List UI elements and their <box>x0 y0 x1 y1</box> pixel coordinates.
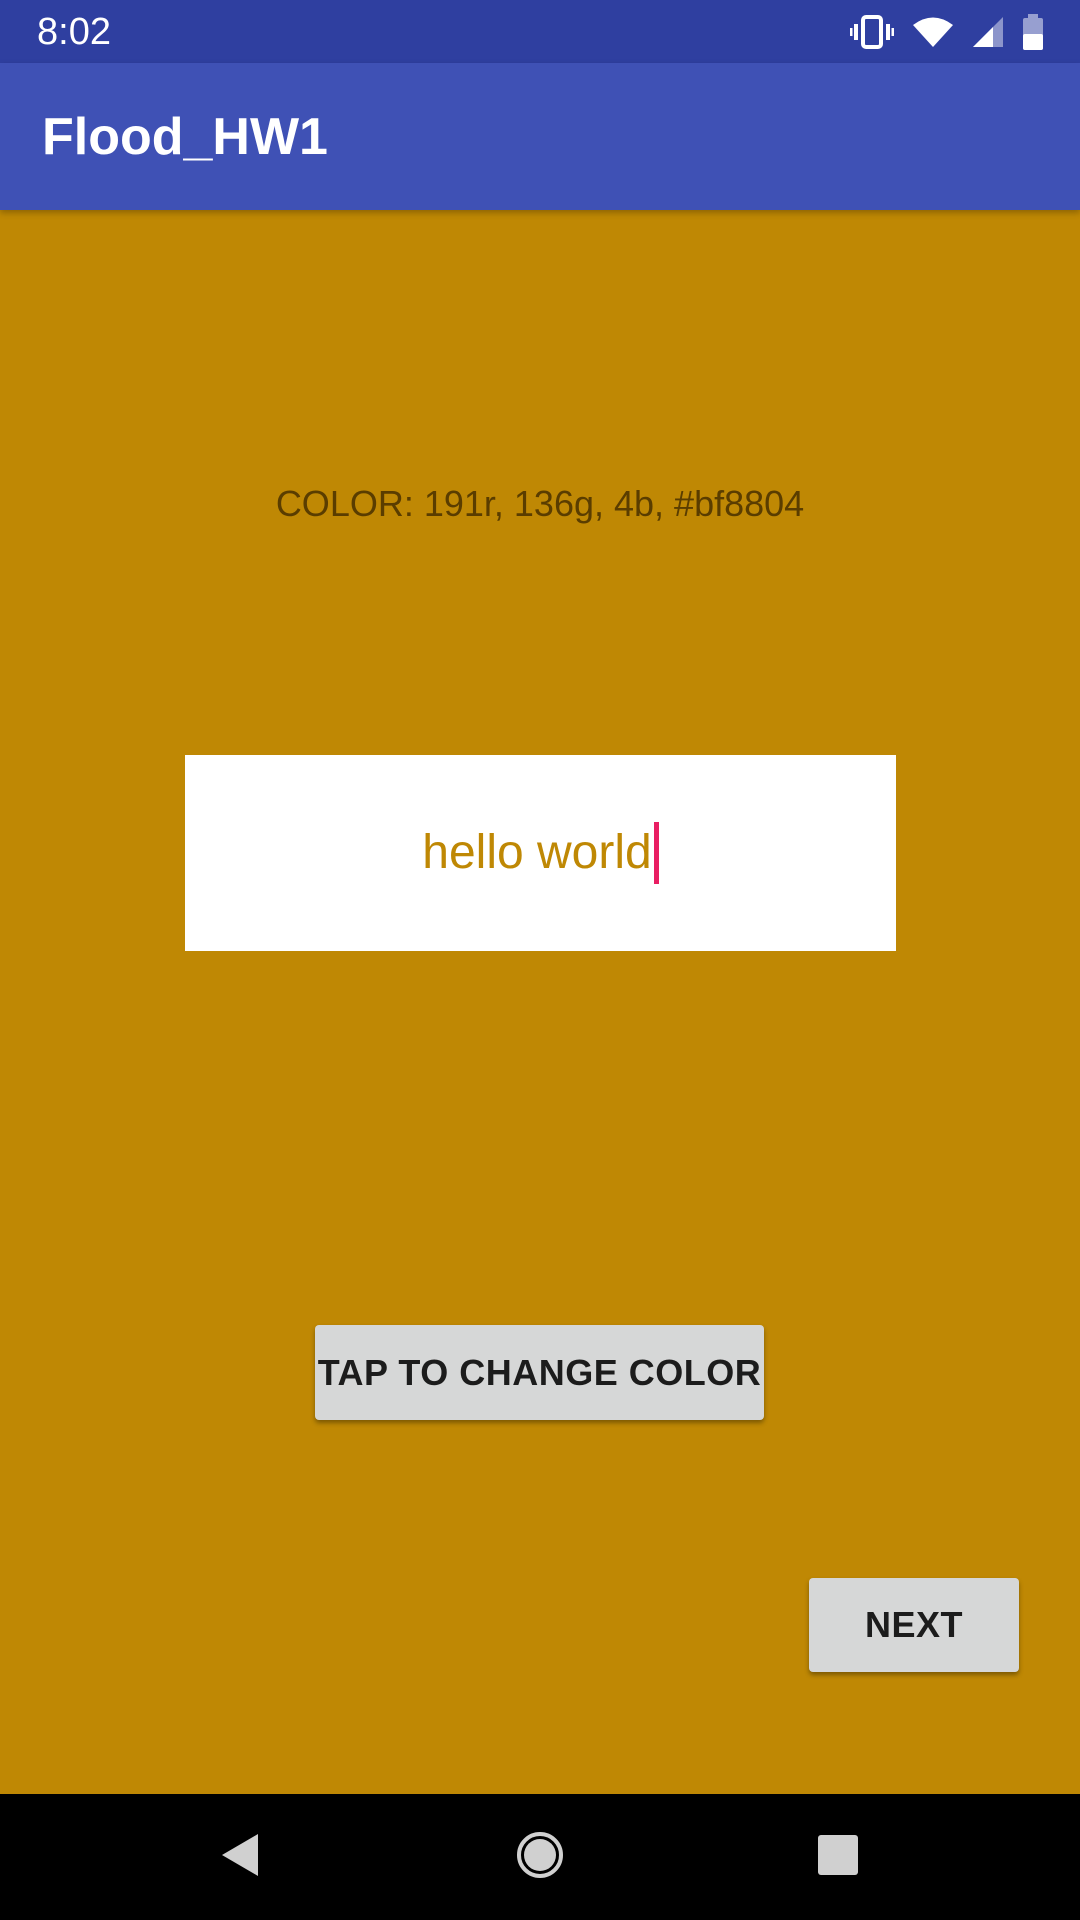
battery-icon <box>1022 14 1044 50</box>
recents-icon <box>817 1834 859 1881</box>
text-caret <box>653 822 659 884</box>
app-title: Flood_HW1 <box>42 108 328 166</box>
text-input-value: hello world <box>422 826 652 879</box>
signal-icon <box>972 16 1004 48</box>
status-time: 8:02 <box>37 11 111 53</box>
recents-button[interactable] <box>768 1794 908 1920</box>
change-color-button[interactable]: TAP TO CHANGE COLOR <box>315 1325 764 1420</box>
home-icon <box>516 1831 564 1884</box>
text-input[interactable]: hello world <box>185 755 896 951</box>
home-button[interactable] <box>470 1794 610 1920</box>
color-label: COLOR: 191r, 136g, 4b, #bf8804 <box>275 483 805 524</box>
back-icon <box>220 1832 260 1883</box>
vibrate-icon <box>850 15 894 49</box>
wifi-icon <box>912 16 954 48</box>
status-icons <box>850 12 1044 52</box>
status-bar: 8:02 <box>0 0 1080 63</box>
navigation-bar <box>0 1794 1080 1920</box>
app-bar: Flood_HW1 <box>0 63 1080 210</box>
back-button[interactable] <box>170 1794 310 1920</box>
next-button[interactable]: NEXT <box>809 1578 1019 1672</box>
